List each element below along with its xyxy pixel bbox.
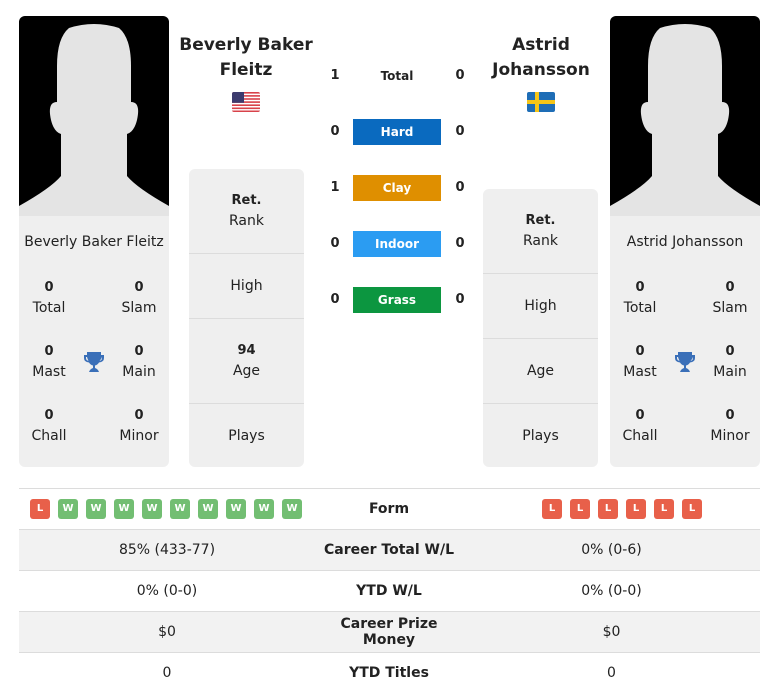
- title-slam: 0 Slam: [121, 280, 157, 316]
- stat-row-form: LWWWWWWWWW Form LLLLLL: [19, 488, 760, 529]
- info-plays: Plays: [522, 427, 559, 444]
- h2h-total: 1 Total 0: [330, 68, 465, 83]
- form-win-badge[interactable]: W: [86, 499, 106, 519]
- form-win-badge[interactable]: W: [170, 499, 190, 519]
- sweden-flag-icon: [527, 92, 555, 112]
- player2-photo: [610, 16, 760, 216]
- info-rank: Ret. Rank: [483, 189, 598, 274]
- player1-value: 85% (433-77): [118, 542, 216, 558]
- title-chall: 0 Chall: [622, 408, 658, 444]
- player2-card: Astrid Johansson 0 Total 0 Slam 0 Mast 0 Mai…: [610, 16, 760, 467]
- h2h-clay[interactable]: 1 Clay 0: [320, 175, 480, 201]
- stat-row-career-wl: 85% (433-77) Career Total W/L 0% (0-6): [19, 529, 760, 570]
- info-rank: Ret. Rank: [189, 169, 304, 254]
- stat-row-ytd-titles: 0 YTD Titles 0: [19, 652, 760, 693]
- surface-grass[interactable]: Grass: [353, 287, 441, 313]
- player2-value: $0: [602, 624, 621, 640]
- title-mast: 0 Mast: [32, 344, 66, 380]
- player2-value: 0% (0-0): [581, 583, 642, 599]
- surface-hard[interactable]: Hard: [353, 119, 441, 145]
- form-win-badge[interactable]: W: [282, 499, 302, 519]
- player1-card: Beverly Baker Fleitz 0 Total 0 Slam 0 Mast …: [19, 16, 169, 467]
- player1-name[interactable]: Beverly Baker Fleitz: [171, 33, 321, 83]
- form-win-badge[interactable]: W: [226, 499, 246, 519]
- title-minor: 0 Minor: [119, 408, 159, 444]
- form-loss-badge[interactable]: L: [654, 499, 674, 519]
- player1-info: Ret. Rank High 94 Age Plays: [189, 169, 304, 467]
- form-loss-badge[interactable]: L: [626, 499, 646, 519]
- player1-card-name: Beverly Baker Fleitz: [24, 234, 164, 250]
- title-total: 0 Total: [623, 280, 657, 316]
- player1-photo: [19, 16, 169, 216]
- player1-value: 0: [162, 665, 172, 681]
- surface-clay[interactable]: Clay: [353, 175, 441, 201]
- info-plays: Plays: [228, 427, 265, 444]
- stat-label: Career Total W/L: [324, 542, 454, 558]
- stat-label: YTD Titles: [349, 665, 429, 681]
- player2-name[interactable]: Astrid Johansson: [466, 33, 616, 83]
- h2h-indoor[interactable]: 0 Indoor 0: [320, 231, 480, 257]
- trophy-icon: [84, 352, 104, 372]
- form-win-badge[interactable]: W: [58, 499, 78, 519]
- player2-form: LLLLLL: [463, 499, 760, 519]
- usa-flag-icon: [232, 92, 260, 112]
- form-loss-badge[interactable]: L: [570, 499, 590, 519]
- player2-info: Ret. Rank High Age Plays: [483, 189, 598, 467]
- silhouette-icon: [19, 24, 169, 216]
- player2-header: Astrid Johansson: [466, 33, 616, 112]
- player1-value: 0% (0-0): [136, 583, 198, 599]
- silhouette-icon: [610, 24, 760, 216]
- stat-label: Form: [368, 501, 410, 517]
- form-loss-badge[interactable]: L: [598, 499, 618, 519]
- player1-titles: 0 Total 0 Slam 0 Mast 0 Main 0 Chall 0 Minor: [19, 278, 169, 467]
- trophy-icon: [675, 352, 695, 372]
- title-main: 0 Main: [122, 344, 156, 380]
- title-main: 0 Main: [713, 344, 747, 380]
- title-total: 0 Total: [32, 280, 66, 316]
- form-win-badge[interactable]: W: [114, 499, 134, 519]
- player1-form: LWWWWWWWWW: [19, 499, 315, 519]
- form-win-badge[interactable]: W: [142, 499, 162, 519]
- form-win-badge[interactable]: W: [198, 499, 218, 519]
- title-mast: 0 Mast: [623, 344, 657, 380]
- player2-titles: 0 Total 0 Slam 0 Mast 0 Main 0 Chall 0 Minor: [610, 278, 760, 467]
- form-loss-badge[interactable]: L: [542, 499, 562, 519]
- player1-value: $0: [158, 624, 176, 640]
- player2-card-name: Astrid Johansson: [626, 234, 744, 250]
- h2h-grass[interactable]: 0 Grass 0: [320, 287, 480, 313]
- form-loss-badge[interactable]: L: [30, 499, 50, 519]
- form-loss-badge[interactable]: L: [682, 499, 702, 519]
- player1-header: Beverly Baker Fleitz: [171, 33, 321, 112]
- player2-value: 0% (0-6): [581, 542, 642, 558]
- title-minor: 0 Minor: [710, 408, 750, 444]
- stat-label: YTD W/L: [356, 583, 422, 599]
- form-win-badge[interactable]: W: [254, 499, 274, 519]
- title-chall: 0 Chall: [31, 408, 67, 444]
- comparison-table: LWWWWWWWWW Form LLLLLL 85% (433-77) Care…: [19, 488, 760, 693]
- stat-row-prize-money: $0 Career Prize Money $0: [19, 611, 760, 652]
- surface-indoor[interactable]: Indoor: [353, 231, 441, 257]
- info-age: 94 Age: [189, 319, 304, 404]
- h2h-hard[interactable]: 0 Hard 0: [320, 119, 480, 145]
- title-slam: 0 Slam: [712, 280, 748, 316]
- info-age: Age: [483, 339, 598, 404]
- info-high: High: [189, 254, 304, 319]
- stat-label: Career Prize Money: [340, 616, 438, 648]
- stat-row-ytd-wl: 0% (0-0) YTD W/L 0% (0-0): [19, 570, 760, 611]
- info-high: High: [483, 274, 598, 339]
- player2-value: 0: [607, 665, 616, 681]
